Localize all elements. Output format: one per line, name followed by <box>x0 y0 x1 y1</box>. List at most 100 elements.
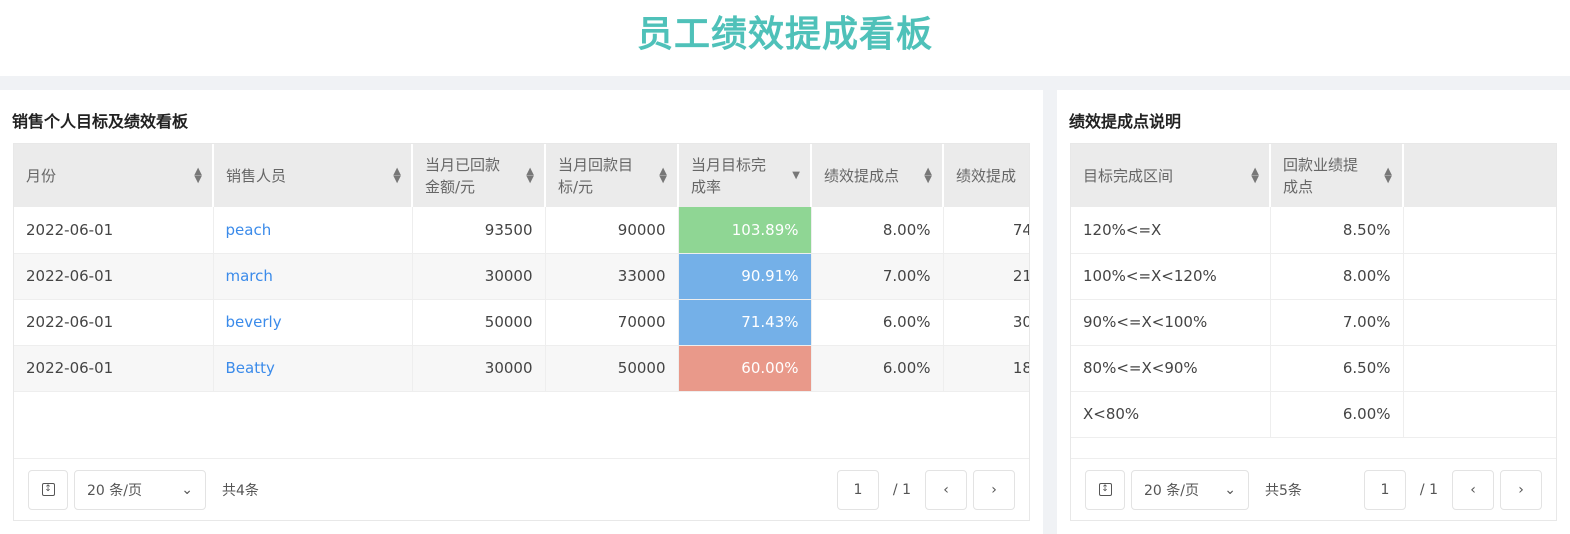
commission-cell: 748 <box>943 207 1029 254</box>
salesperson-link[interactable]: beverly <box>213 299 413 346</box>
month-cell: 2022-06-01 <box>14 345 214 392</box>
density-button[interactable]: ↕ <box>28 469 68 510</box>
column-label: 当月目标完成率 <box>691 155 767 196</box>
column-label: 当月回款目标/元 <box>558 155 634 196</box>
sort-icon[interactable]: ▲ ▼ <box>526 166 534 184</box>
empty-cell <box>1403 391 1556 438</box>
column-label: 绩效提成点 <box>824 166 900 185</box>
salesperson-link[interactable]: Beatty <box>213 345 413 392</box>
column-header[interactable]: 回款业绩提成点 ▲ ▼ <box>1270 144 1404 207</box>
received-cell: 93500 <box>412 207 546 254</box>
page-size-value: 20 条/页 <box>1144 482 1199 499</box>
commission-point-cell: 8.50% <box>1270 207 1404 254</box>
prev-page-button[interactable]: ‹ <box>925 469 967 510</box>
table-row: 90%<=X<100% 7.00% <box>1071 299 1556 346</box>
received-cell: 50000 <box>412 299 546 346</box>
target-cell: 50000 <box>545 345 679 392</box>
completion-rate-cell: 103.89% <box>678 207 812 254</box>
commission-point-cell: 6.50% <box>1270 345 1404 392</box>
column-header[interactable]: 当月目标完成率 ▼ <box>678 144 812 207</box>
sort-icon[interactable]: ▲ ▼ <box>659 166 667 184</box>
commission-point-cell: 7.00% <box>811 253 944 300</box>
target-cell: 33000 <box>545 253 679 300</box>
column-height-icon: ↕ <box>1098 483 1112 496</box>
next-page-button[interactable]: › <box>1500 469 1542 510</box>
commission-point-cell: 7.00% <box>1270 299 1404 346</box>
sort-icon[interactable]: ▲ ▼ <box>1384 166 1392 184</box>
range-cell: 80%<=X<90% <box>1071 345 1271 392</box>
chevron-right-icon: › <box>1518 481 1524 498</box>
column-label: 目标完成区间 <box>1083 166 1174 185</box>
header: 员工绩效提成看板 <box>0 0 1570 76</box>
range-cell: 90%<=X<100% <box>1071 299 1271 346</box>
chevron-down-icon: ⌄ <box>181 481 193 498</box>
received-cell: 30000 <box>412 253 546 300</box>
column-header[interactable]: 目标完成区间 ▲ ▼ <box>1071 144 1271 207</box>
column-header[interactable]: 当月已回款金额/元 ▲ ▼ <box>412 144 546 207</box>
sales-table: 月份 ▲ ▼ 销售人员 ▲ ▼ 当月已回款金额/元 ▲ ▼ 当月回款目标/元 ▲ ▼ 当月目标完成率 ▼ 绩… <box>13 143 1030 521</box>
empty-cell <box>1403 345 1556 392</box>
column-header[interactable]: 月份 ▲ ▼ <box>14 144 214 207</box>
completion-rate-cell: 60.00% <box>678 345 812 392</box>
sort-icon[interactable]: ▲ ▼ <box>194 166 202 184</box>
column-header[interactable]: 当月回款目标/元 ▲ ▼ <box>545 144 679 207</box>
column-label: 回款业绩提成点 <box>1283 155 1359 196</box>
commission-cell: 210 <box>943 253 1029 300</box>
salesperson-link[interactable]: march <box>213 253 413 300</box>
received-cell: 30000 <box>412 345 546 392</box>
empty-header <box>1403 144 1556 207</box>
empty-cell <box>1403 253 1556 300</box>
salesperson-link[interactable]: peach <box>213 207 413 254</box>
sales-panel: 销售个人目标及绩效看板 月份 ▲ ▼ 销售人员 ▲ ▼ 当月已回款金额/元 ▲ ▼ 当月回款目标/… <box>0 90 1043 534</box>
panel-title: 绩效提成点说明 <box>1069 112 1182 131</box>
sort-icon[interactable]: ▲ ▼ <box>1251 166 1259 184</box>
range-cell: 100%<=X<120% <box>1071 253 1271 300</box>
column-label: 绩效提成 <box>956 166 1017 185</box>
chevron-left-icon: ‹ <box>943 481 949 498</box>
page-size-select[interactable]: 20 条/页 ⌄ <box>74 469 206 510</box>
sort-icon[interactable]: ▲ ▼ <box>924 166 932 184</box>
column-height-icon: ↕ <box>41 483 55 496</box>
prev-page-button[interactable]: ‹ <box>1452 469 1494 510</box>
commission-point-cell: 6.00% <box>1270 391 1404 438</box>
commission-table: 目标完成区间 ▲ ▼ 回款业绩提成点 ▲ ▼ 120%<=X 8.50% 100%<=X<… <box>1070 143 1557 521</box>
completion-rate-cell: 90.91% <box>678 253 812 300</box>
panel-title: 销售个人目标及绩效看板 <box>12 112 189 131</box>
completion-rate-cell: 71.43% <box>678 299 812 346</box>
column-label: 月份 <box>26 166 57 185</box>
chevron-left-icon: ‹ <box>1470 481 1476 498</box>
range-cell: X<80% <box>1071 391 1271 438</box>
range-cell: 120%<=X <box>1071 207 1271 254</box>
column-header[interactable]: 绩效提成 <box>943 144 1029 207</box>
table-row: 80%<=X<90% 6.50% <box>1071 345 1556 392</box>
page-input[interactable]: 1 <box>836 469 879 510</box>
total-count: 共4条 <box>222 482 259 499</box>
month-cell: 2022-06-01 <box>14 253 214 300</box>
pagination: ↕ 20 条/页 ⌄ 共4条 1 / 1 ‹ › <box>14 458 1029 520</box>
empty-cell <box>1403 299 1556 346</box>
density-button[interactable]: ↕ <box>1085 469 1125 510</box>
page-title: 员工绩效提成看板 <box>636 14 933 55</box>
column-header[interactable]: 绩效提成点 ▲ ▼ <box>811 144 944 207</box>
page-size-value: 20 条/页 <box>87 482 142 499</box>
commission-point-cell: 6.00% <box>811 345 944 392</box>
column-header[interactable]: 销售人员 ▲ ▼ <box>213 144 413 207</box>
sort-icon[interactable]: ▲ ▼ <box>393 166 401 184</box>
table-row: 100%<=X<120% 8.00% <box>1071 253 1556 300</box>
sort-desc-icon[interactable]: ▼ <box>792 170 800 180</box>
table-row: 2022-06-01 march 30000 33000 90.91% 7.00… <box>14 253 1029 300</box>
commission-point-cell: 8.00% <box>1270 253 1404 300</box>
page-size-select[interactable]: 20 条/页 ⌄ <box>1131 469 1249 510</box>
pagination: ↕ 20 条/页 ⌄ 共5条 1 / 1 ‹ › <box>1071 458 1556 520</box>
target-cell: 90000 <box>545 207 679 254</box>
page-input[interactable]: 1 <box>1363 469 1406 510</box>
total-count: 共5条 <box>1265 482 1302 499</box>
commission-cell: 180 <box>943 345 1029 392</box>
month-cell: 2022-06-01 <box>14 207 214 254</box>
next-page-button[interactable]: › <box>973 469 1015 510</box>
commission-point-cell: 8.00% <box>811 207 944 254</box>
table-row: 120%<=X 8.50% <box>1071 207 1556 254</box>
column-label: 销售人员 <box>226 166 287 185</box>
empty-cell <box>1403 207 1556 254</box>
chevron-down-icon: ⌄ <box>1224 481 1236 498</box>
